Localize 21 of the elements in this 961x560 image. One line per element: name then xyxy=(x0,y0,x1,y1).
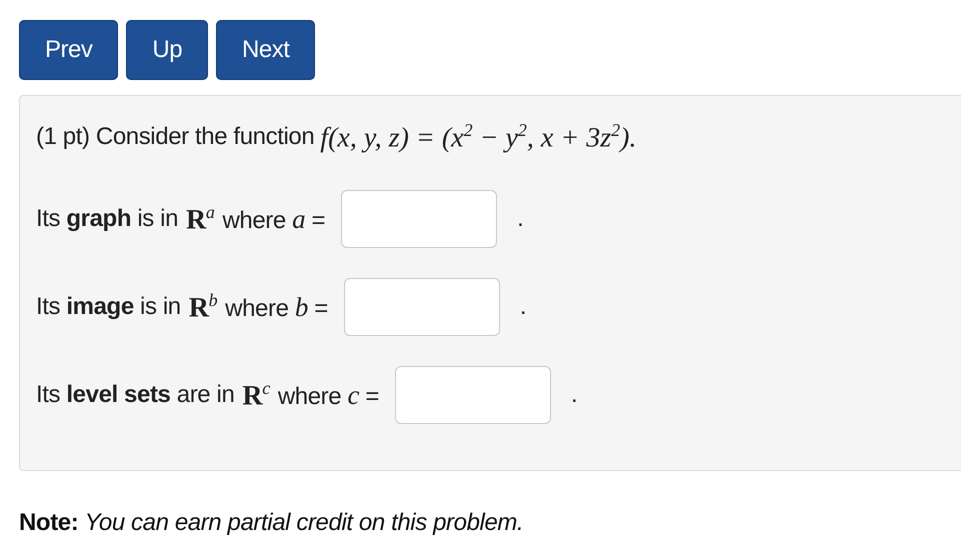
problem-text: (1 pt) Consider the function xyxy=(36,123,314,151)
answer-field[interactable] xyxy=(394,366,551,424)
period-text: . xyxy=(520,293,526,321)
question-text: where a = xyxy=(222,204,326,234)
space-symbol: R$^{c}$ xyxy=(242,378,270,412)
question-text: where c = xyxy=(278,380,379,410)
question-text: where b = xyxy=(225,292,328,322)
period-text: . xyxy=(517,205,524,233)
question-text: Its level sets are in xyxy=(36,381,234,409)
function-formula: f(x, y, z) = (x$^{2}$ − y$^{2}$, x + 3z$^{2}$). xyxy=(320,120,636,154)
period-text: . xyxy=(570,381,578,409)
nav-button[interactable]: Up xyxy=(126,20,208,80)
question-text: Its graph is in xyxy=(36,205,178,233)
note-text: Note: You can earn partial credit on this problem. xyxy=(19,509,524,536)
nav-button[interactable]: Next xyxy=(216,20,316,80)
nav-button[interactable]: Prev xyxy=(19,20,118,80)
space-symbol: R$^{b}$ xyxy=(188,290,218,324)
answer-field[interactable] xyxy=(341,190,498,248)
answer-field[interactable] xyxy=(344,278,500,336)
space-symbol: R$^{a}$ xyxy=(186,202,214,236)
question-text: Its image is in xyxy=(36,293,181,321)
